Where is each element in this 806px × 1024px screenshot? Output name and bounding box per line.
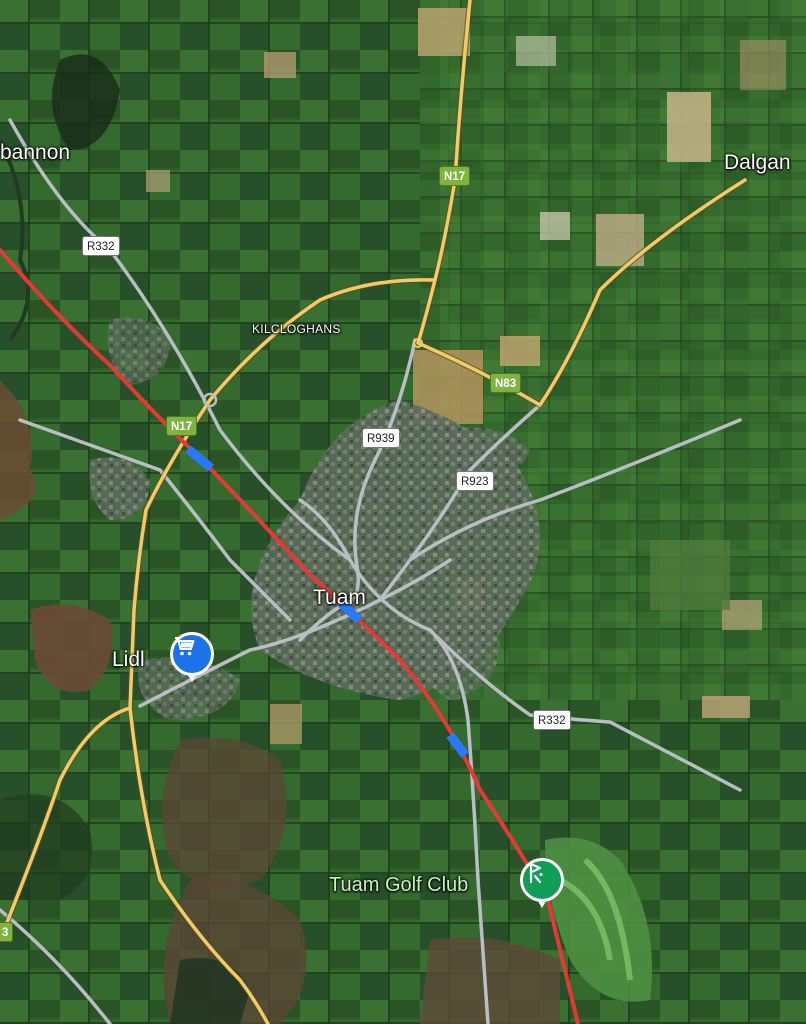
shopping-cart-icon [175,637,195,656]
road-shield-n83-edge: 3 [0,922,14,942]
lidl-pin[interactable] [170,632,214,684]
town-label-tuam: Tuam [313,586,366,609]
town-label-bannon: bannon [0,141,71,164]
town-label-kilcloghans: KILCLOGHANS [252,322,341,336]
pin-head [520,858,564,902]
golf-icon [529,862,543,884]
road-shield-n83: N83 [490,373,522,393]
road-shield-r923: R923 [456,471,494,491]
road-shield-n17: N17 [166,416,198,436]
satellite-map-layer [0,0,806,1024]
place-label-lidl[interactable]: Lidl [112,648,145,672]
map-view[interactable]: bannon Dalgan KILCLOGHANS Tuam N17 N17 N… [0,0,806,1024]
road-shield-r332: R332 [82,236,120,256]
road-shield-n17: N17 [439,166,471,186]
place-label-golf-club[interactable]: Tuam Golf Club [329,874,468,897]
pin-head [170,632,214,676]
road-shield-r939: R939 [362,428,400,448]
golf-club-pin[interactable] [520,858,564,910]
town-label-dalgan: Dalgan [724,151,791,174]
road-shield-r332: R332 [533,710,571,730]
